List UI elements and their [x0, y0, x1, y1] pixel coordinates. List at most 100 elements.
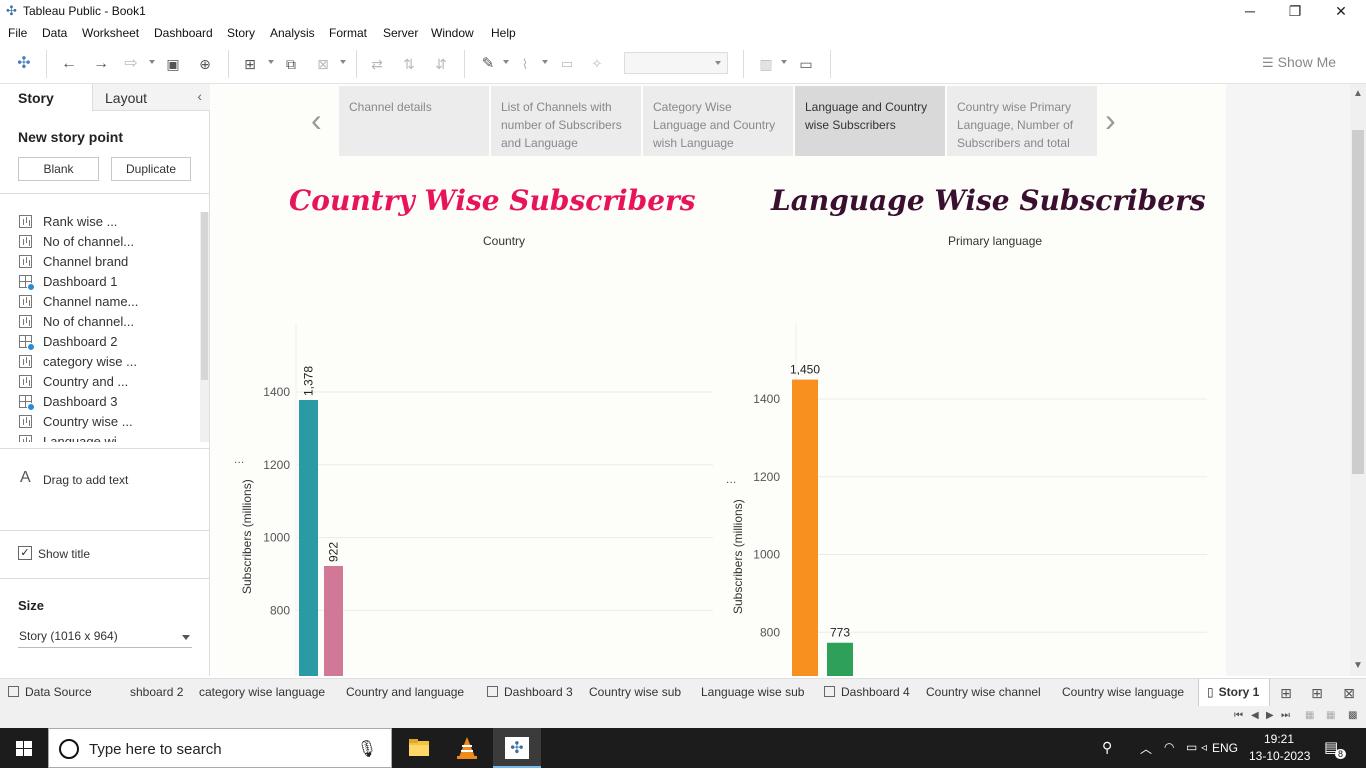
tab-country-wise-channel[interactable]: Country wise channel	[926, 679, 1054, 706]
show-sheet-sorter-icon[interactable]: ▦	[1326, 710, 1335, 721]
restore-button[interactable]: ❐	[1272, 0, 1318, 22]
replay-icon[interactable]: ⇨	[120, 53, 142, 75]
tab-story-1[interactable]: ▯ Story 1	[1198, 679, 1270, 706]
tab-language-wise-sub[interactable]: Language wise sub	[701, 679, 811, 706]
tab-country-wise-language[interactable]: Country wise language	[1062, 679, 1196, 706]
tab-story[interactable]: Story	[0, 84, 92, 112]
menu-worksheet[interactable]: Worksheet	[82, 26, 139, 40]
microphone-icon[interactable]: 🎙	[357, 739, 377, 759]
scroll-up-icon[interactable]: ▲	[1353, 88, 1363, 99]
menu-server[interactable]: Server	[383, 26, 418, 40]
tab-layout[interactable]: Layout ‹	[92, 84, 210, 111]
cards-icon[interactable]: ▥	[755, 53, 777, 75]
menu-window[interactable]: Window	[431, 26, 474, 40]
first-sheet-icon[interactable]: ⏮	[1234, 710, 1243, 721]
bar[interactable]	[299, 400, 318, 676]
sheet-list-item[interactable]: Rank wise ...	[18, 212, 198, 232]
clear-sheet-icon[interactable]: ⊠	[312, 53, 334, 75]
sheet-list-item[interactable]: Country wise ...	[18, 412, 198, 432]
menu-data[interactable]: Data	[42, 26, 67, 40]
story-point-2[interactable]: List of Channels with number of Subscrib…	[491, 86, 641, 156]
tab-data-source[interactable]: Data Source	[8, 679, 118, 706]
undo-icon[interactable]: ←	[58, 53, 80, 75]
start-button[interactable]	[0, 728, 48, 768]
story-point-5[interactable]: Country wise Primary Language, Number of…	[947, 86, 1097, 156]
size-dropdown[interactable]: Story (1016 x 964)	[18, 626, 192, 648]
bar[interactable]	[324, 565, 343, 676]
duplicate-sheet-icon[interactable]: ⧉	[280, 53, 302, 75]
sheet-list-item[interactable]: Channel name...	[18, 292, 198, 312]
duplicate-button[interactable]: Duplicate	[111, 157, 191, 181]
volume-icon[interactable]: ◃	[1201, 740, 1207, 754]
story-point-1[interactable]: Channel details	[339, 86, 489, 156]
new-story-tab-icon[interactable]: ⊠	[1340, 684, 1358, 702]
sheet-list-item[interactable]: Dashboard 1	[18, 272, 198, 292]
show-tabs-icon[interactable]: ▩	[1348, 710, 1357, 721]
show-hidden-icons-icon[interactable]: ︿	[1140, 740, 1152, 757]
group-dropdown-icon[interactable]	[542, 60, 548, 64]
group-icon[interactable]: ⌇	[514, 53, 536, 75]
sheet-list-item[interactable]: Dashboard 2	[18, 332, 198, 352]
sheet-list-item[interactable]: category wise ...	[18, 352, 198, 372]
story-next-button[interactable]: ›	[1105, 100, 1116, 140]
close-button[interactable]: ✕	[1318, 0, 1364, 22]
sheet-list-scrollbar[interactable]	[200, 212, 209, 442]
checkbox-icon[interactable]: ✓	[18, 546, 32, 560]
sheet-list-item[interactable]: No of channel...	[18, 232, 198, 252]
story-prev-button[interactable]: ‹	[311, 100, 322, 140]
taskbar-search[interactable]: Type here to search 🎙	[48, 728, 392, 768]
tableau-app[interactable]: ✣	[493, 728, 541, 768]
menu-file[interactable]: File	[8, 26, 27, 40]
tab-country-and-language[interactable]: Country and language	[346, 679, 476, 706]
new-dashboard-tab-icon[interactable]: ⊞	[1308, 684, 1326, 702]
clear-dropdown-icon[interactable]	[340, 60, 346, 64]
highlight-dropdown-icon[interactable]	[503, 60, 509, 64]
clock-date[interactable]: 13-10-2023	[1249, 749, 1310, 763]
menu-help[interactable]: Help	[491, 26, 516, 40]
battery-icon[interactable]: ▭	[1186, 740, 1197, 754]
replay-dropdown-icon[interactable]	[149, 60, 155, 64]
tab-category-wise-language[interactable]: category wise language	[199, 679, 339, 706]
last-sheet-icon[interactable]: ⏭	[1281, 710, 1290, 721]
menu-dashboard[interactable]: Dashboard	[154, 26, 213, 40]
swap-icon[interactable]: ⇄	[366, 53, 388, 75]
menu-analysis[interactable]: Analysis	[270, 26, 315, 40]
blank-button[interactable]: Blank	[18, 157, 99, 181]
file-explorer-app[interactable]	[395, 728, 443, 768]
canvas-vertical-scrollbar[interactable]: ▲ ▼	[1350, 84, 1366, 676]
tab-country-wise-sub[interactable]: Country wise sub	[589, 679, 689, 706]
sheet-list-item[interactable]: Channel brand	[18, 252, 198, 272]
show-me-button[interactable]: ☰ Show Me	[1262, 54, 1336, 71]
tab-dashboard-4[interactable]: Dashboard 4	[824, 679, 916, 706]
save-icon[interactable]: ▣	[162, 53, 184, 75]
presentation-mode-icon[interactable]: ▭	[795, 53, 817, 75]
new-worksheet-icon[interactable]: ⊞	[239, 53, 261, 75]
show-labels-icon[interactable]: ▭	[556, 53, 578, 75]
tab-dashboard-3[interactable]: Dashboard 3	[487, 679, 582, 706]
fit-dropdown[interactable]	[624, 52, 728, 74]
next-sheet-icon[interactable]: ▶	[1266, 710, 1274, 721]
tableau-home-icon[interactable]: ✣	[13, 53, 35, 75]
sort-ascending-icon[interactable]: ⇅	[398, 53, 420, 75]
prev-sheet-icon[interactable]: ◀	[1251, 710, 1259, 721]
sheet-list-item[interactable]: Language wi...	[18, 432, 198, 442]
minimize-button[interactable]: ─	[1227, 0, 1273, 22]
story-point-4[interactable]: Language and Country wise Subscribers	[795, 86, 945, 156]
scroll-down-icon[interactable]: ▼	[1353, 660, 1363, 671]
clock-time[interactable]: 19:21	[1264, 732, 1294, 746]
sheet-list-item[interactable]: No of channel...	[18, 312, 198, 332]
sheet-list-item[interactable]: Country and ...	[18, 372, 198, 392]
new-worksheet-dropdown-icon[interactable]	[268, 60, 274, 64]
story-point-3[interactable]: Category Wise Language and Country wish …	[643, 86, 793, 156]
cards-dropdown-icon[interactable]	[781, 60, 787, 64]
new-data-source-icon[interactable]: ⊕	[194, 53, 216, 75]
new-worksheet-tab-icon[interactable]: ⊞	[1277, 684, 1295, 702]
show-filmstrip-icon[interactable]: ▦	[1305, 710, 1314, 721]
menu-format[interactable]: Format	[329, 26, 367, 40]
scrollbar-thumb[interactable]	[201, 212, 208, 380]
bar[interactable]	[827, 642, 853, 676]
people-icon[interactable]: ⚲	[1102, 739, 1112, 756]
highlight-icon[interactable]: ✎	[477, 53, 499, 75]
sort-descending-icon[interactable]: ⇵	[430, 53, 452, 75]
redo-icon[interactable]: →	[90, 53, 112, 75]
